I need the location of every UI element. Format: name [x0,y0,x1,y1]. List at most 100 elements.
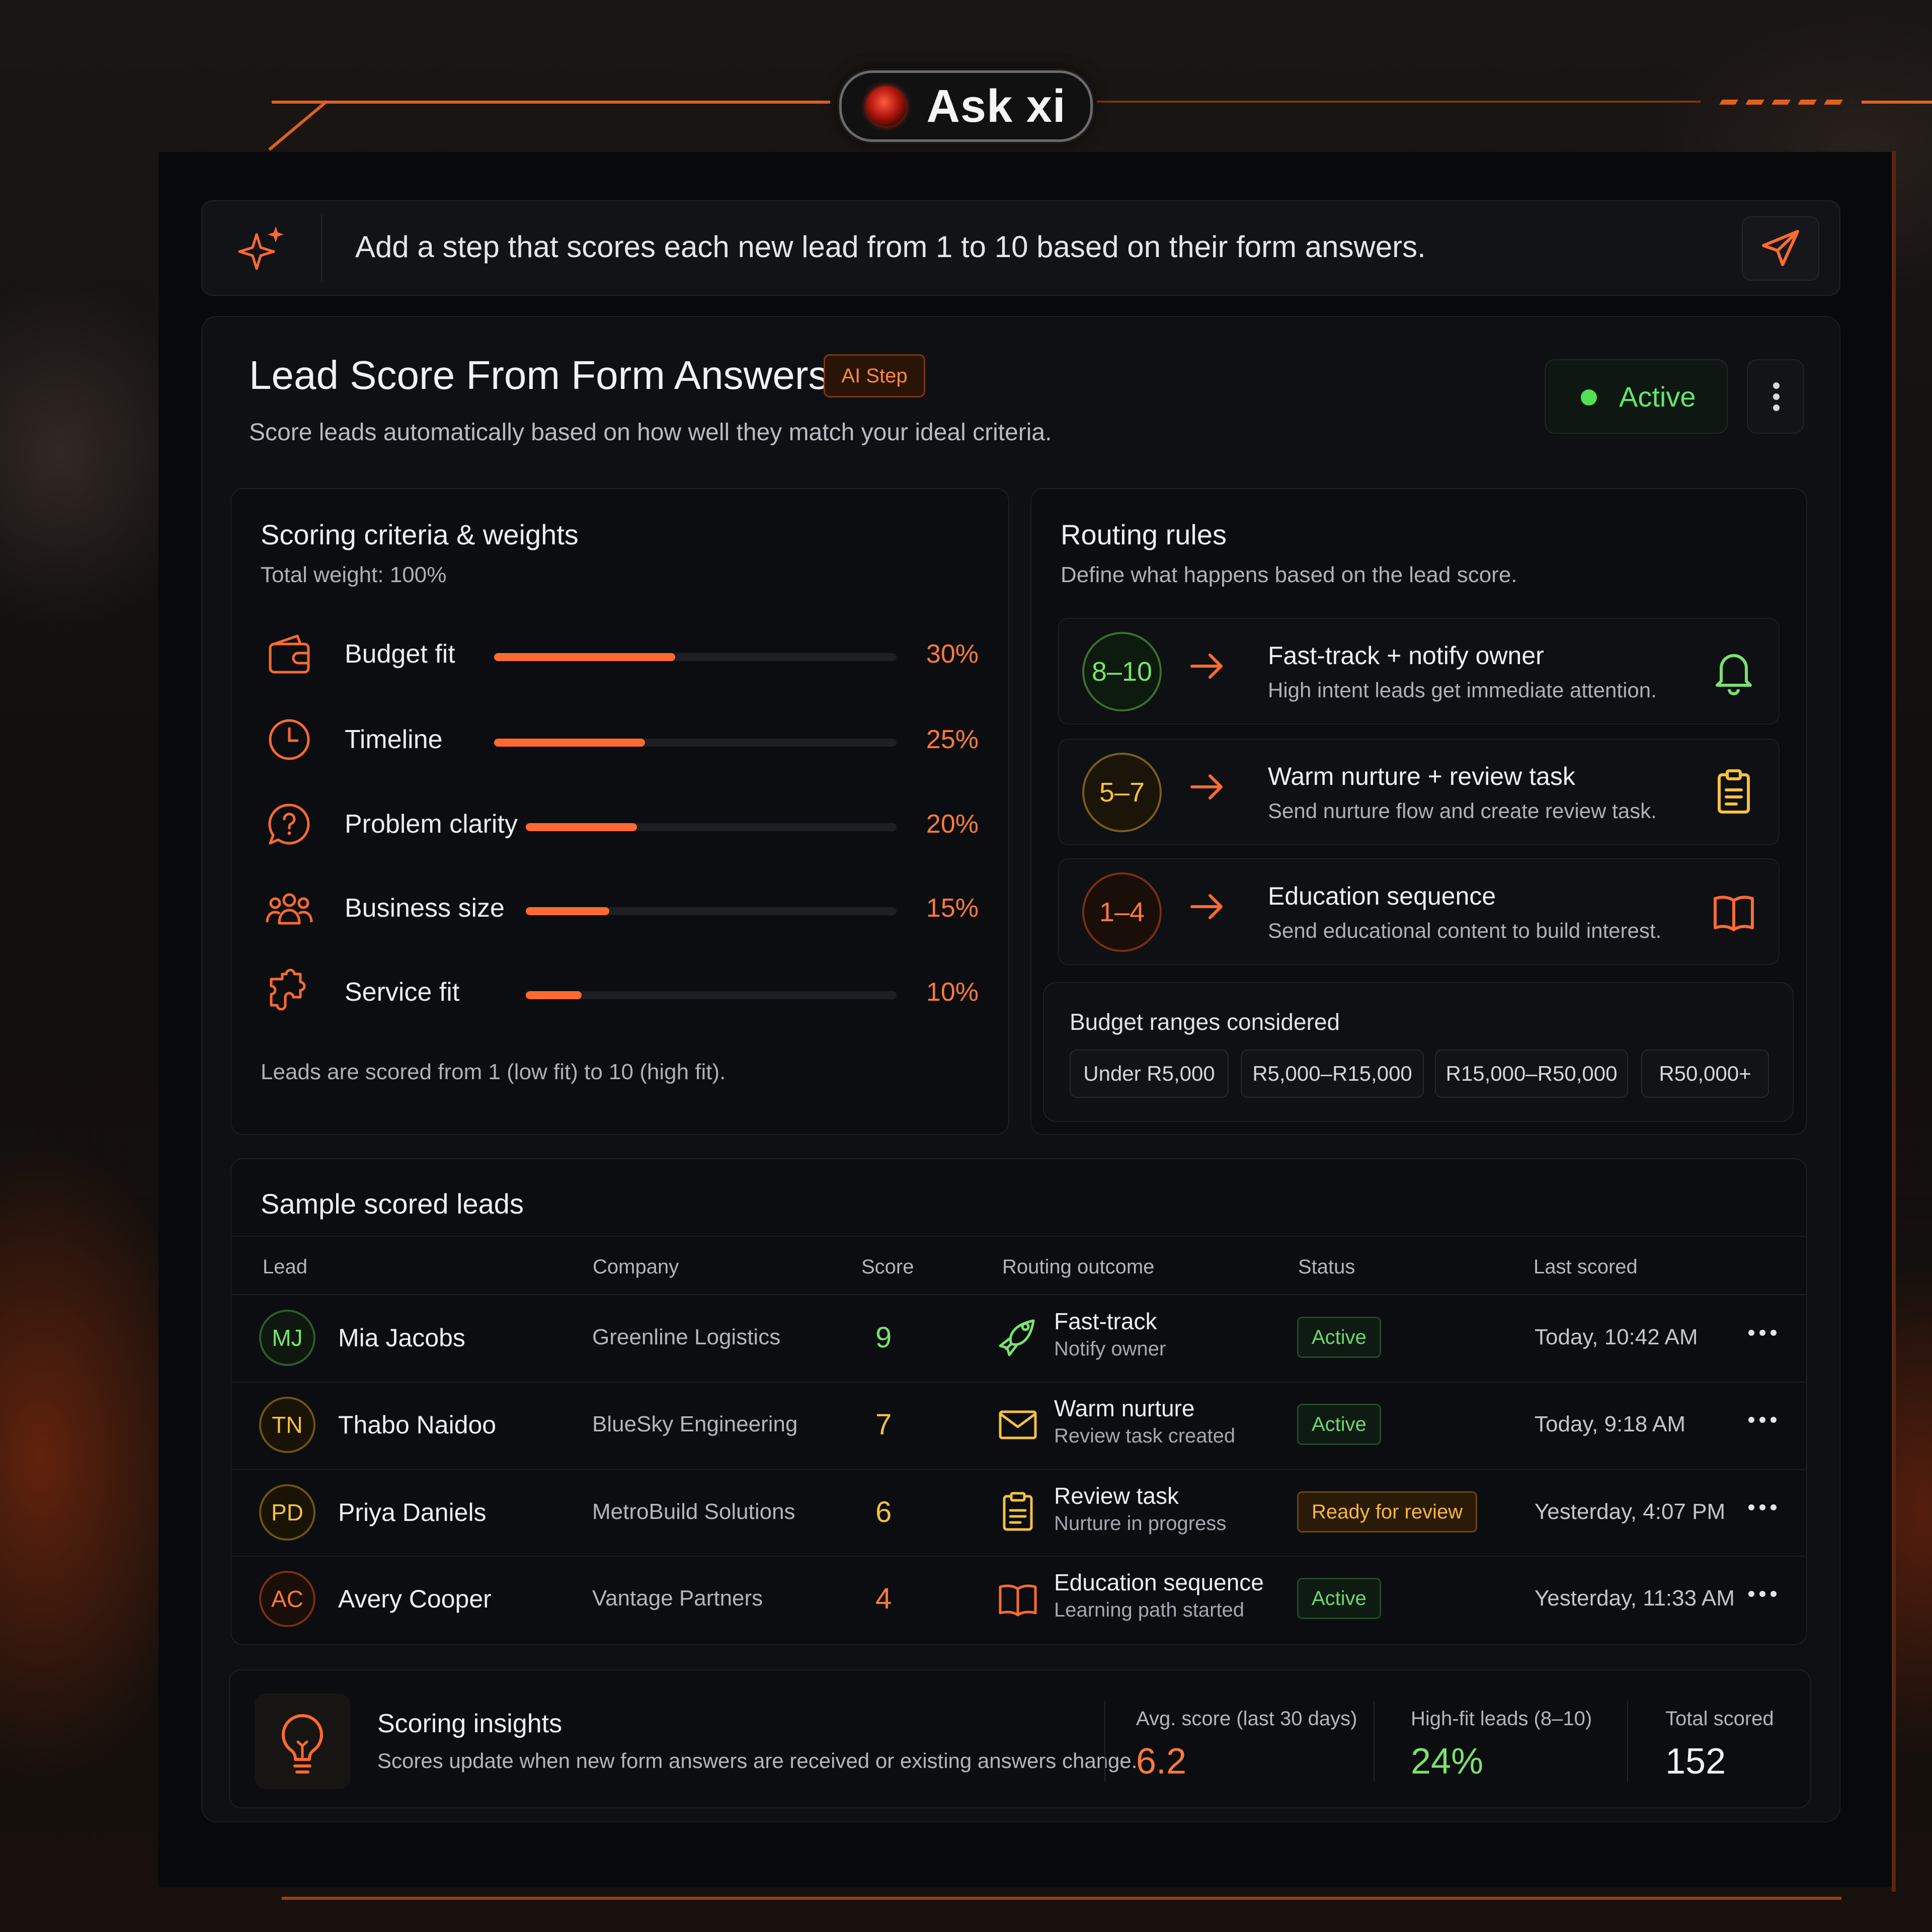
send-icon [1762,230,1799,266]
table-row[interactable]: MJ Mia Jacobs Greenline Logistics 9 Fast… [231,1296,1806,1381]
row-more-icon[interactable] [1748,1504,1779,1512]
more-options-button[interactable] [1747,359,1804,434]
brand-name: Ask xi [926,80,1066,132]
outcome-sub: Notify owner [1054,1338,1166,1360]
arrow-right-icon [1190,654,1223,679]
lead-company: MetroBuild Solutions [592,1499,795,1524]
last-scored: Yesterday, 4:07 PM [1535,1499,1726,1524]
lead-company: Greenline Logistics [592,1325,781,1349]
weight-value: 20% [926,810,979,839]
col-header-status: Status [1298,1256,1355,1278]
weight-track [494,653,897,661]
weight-value: 10% [926,978,979,1007]
book-icon [999,1584,1037,1617]
budget-chip-under-5000[interactable]: Under R5,000 [1070,1050,1229,1098]
metric-divider [1374,1701,1375,1781]
criterion-name: Business size [345,894,505,923]
avatar: PD [259,1484,315,1541]
criterion-name: Budget fit [345,639,455,669]
mail-icon [999,1410,1037,1439]
budget-chip-5000-15000[interactable]: R5,000–R15,000 [1241,1050,1424,1098]
weight-bar [526,907,609,915]
send-button[interactable] [1742,216,1819,281]
status-toggle[interactable]: Active [1545,359,1728,434]
score-range-badge: 8–10 [1082,632,1162,711]
metric-label-total-scored: Total scored [1665,1708,1774,1730]
lead-score: 7 [875,1408,892,1441]
criteria-footnote: Leads are scored from 1 (low fit) to 10 … [261,1060,726,1084]
bell-icon [1716,654,1752,695]
avatar: MJ [259,1310,315,1366]
criterion-timeline: Timeline 25% [264,714,979,770]
weight-bar [494,653,675,661]
budget-chip-15000-50000[interactable]: R15,000–R50,000 [1435,1050,1628,1098]
weight-track [526,991,897,999]
avatar: AC [259,1571,315,1627]
ask-xi-pill[interactable]: Ask xi [839,70,1093,142]
status-badge: Active [1297,1404,1381,1445]
criterion-budget-fit: Budget fit 30% [264,629,979,684]
rule-title: Education sequence [1268,882,1496,910]
status-badge: Ready for review [1297,1491,1478,1533]
arrow-right-icon [1190,774,1223,799]
row-more-icon[interactable] [1748,1591,1779,1599]
metric-value-avg-score: 6.2 [1136,1741,1187,1782]
outcome-title: Warm nurture [1054,1395,1195,1421]
insights-description: Scores update when new form answers are … [377,1749,1138,1773]
outcome-sub: Review task created [1054,1425,1236,1447]
routing-subtitle: Define what happens based on the lead sc… [1061,562,1517,587]
criterion-problem-clarity: Problem clarity 20% [264,799,979,854]
metric-value-total-scored: 152 [1665,1741,1726,1782]
weight-bar [526,823,637,831]
status-badge: Active [1297,1578,1381,1619]
routing-rule-high[interactable]: 8–10 Fast-track + notify owner High inte… [1058,618,1780,725]
prompt-input[interactable]: Add a step that scores each new lead fro… [355,229,1426,264]
table-row[interactable]: TN Thabo Naidoo BlueSky Engineering 7 Wa… [231,1383,1806,1468]
table-row[interactable]: PD Priya Daniels MetroBuild Solutions 6 … [231,1470,1806,1556]
table-row[interactable]: AC Avery Cooper Vantage Partners 4 Educa… [231,1557,1806,1642]
prompt-bar[interactable]: Add a step that scores each new lead fro… [201,200,1840,296]
lead-score: 9 [875,1321,892,1354]
budget-title: Budget ranges considered [1070,1009,1340,1035]
metric-value-high-fit: 24% [1411,1741,1484,1782]
criteria-total: Total weight: 100% [261,562,447,587]
lead-name: Priya Daniels [338,1498,487,1526]
row-more-icon[interactable] [1748,1417,1779,1425]
outcome-title: Review task [1054,1483,1179,1509]
lead-name: Thabo Naidoo [338,1411,497,1439]
status-dot-icon [1581,389,1597,406]
xi-logo-icon [866,86,907,126]
lead-company: Vantage Partners [592,1586,763,1611]
criterion-business-size: Business size 15% [264,883,979,938]
weight-value: 30% [926,639,979,669]
step-subtitle: Score leads automatically based on how w… [249,419,1052,446]
prompt-divider [321,214,322,282]
outcome-title: Education sequence [1054,1569,1264,1595]
row-more-icon[interactable] [1748,1330,1779,1338]
lead-company: BlueSky Engineering [592,1412,798,1436]
rule-description: Send nurture flow and create review task… [1268,799,1657,823]
routing-rule-low[interactable]: 1–4 Education sequence Send educational … [1058,858,1780,965]
frame-line-right-glow [1892,151,1896,1892]
routing-rule-mid[interactable]: 5–7 Warm nurture + review task Send nurt… [1058,739,1780,845]
arrow-right-icon [1190,894,1223,919]
budget-chip-50000-plus[interactable]: R50,000+ [1641,1050,1769,1098]
status-label: Active [1619,381,1696,413]
lead-name: Mia Jacobs [338,1324,465,1352]
last-scored: Today, 10:42 AM [1535,1325,1698,1349]
col-header-routing-outcome: Routing outcome [1002,1256,1155,1278]
clipboard-icon [1718,769,1750,814]
rocket-icon [999,1319,1035,1356]
frame-line-top-left [272,101,830,104]
weight-bar [494,739,645,747]
score-range-badge: 5–7 [1082,753,1162,832]
col-header-company: Company [593,1256,679,1278]
sparkle-icon [238,226,284,270]
criterion-name: Service fit [345,978,460,1007]
wallet-icon [269,634,310,674]
weight-value: 25% [926,725,979,754]
last-scored: Yesterday, 11:33 AM [1535,1586,1735,1611]
rule-description: Send educational content to build intere… [1268,919,1662,942]
frame-line-bottom [282,1897,1841,1900]
book-icon [1714,896,1754,931]
